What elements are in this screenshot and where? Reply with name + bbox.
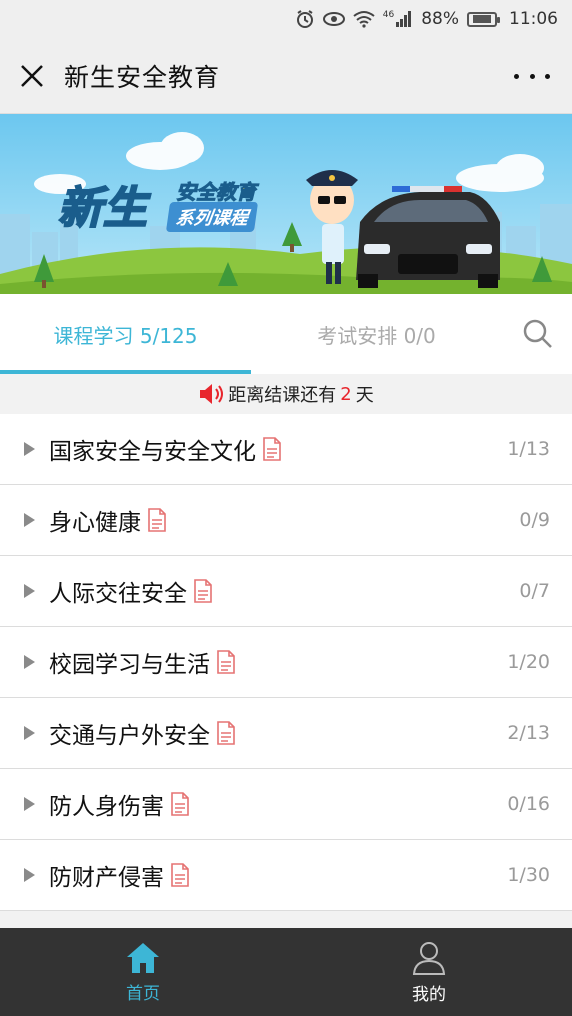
- search-icon: [523, 319, 552, 348]
- banner-subtitle-top: 安全教育: [176, 180, 257, 205]
- course-deadline-notice: 距离结课还有 2 天: [0, 374, 572, 414]
- banner-title-group: 新生 安全教育 系列课程: [57, 172, 259, 236]
- status-bar: 46 88% 11:06: [0, 0, 572, 38]
- network-label: 46: [382, 10, 395, 20]
- tab-bar: 课程学习 5/125 考试安排 0/0: [0, 294, 572, 374]
- course-title: 身心健康: [49, 510, 141, 536]
- course-title: 人际交往安全: [49, 581, 187, 607]
- tab-exam-schedule[interactable]: 考试安排 0/0: [251, 294, 502, 374]
- tab-course-study[interactable]: 课程学习 5/125: [0, 294, 251, 374]
- expand-arrow-icon: [24, 442, 35, 456]
- banner-subtitle-bottom: 系列课程: [165, 202, 259, 232]
- user-icon: [412, 941, 446, 975]
- wifi-icon: [353, 10, 375, 28]
- battery-icon: [467, 11, 500, 27]
- course-progress: 0/7: [519, 580, 550, 602]
- banner-title: 新生: [57, 182, 148, 235]
- course-progress: 2/13: [507, 722, 550, 744]
- speaker-icon: [200, 384, 224, 404]
- nav-label: 首页: [126, 983, 160, 1004]
- notice-text-before: 距离结课还有: [228, 385, 337, 406]
- signal-icon: 46: [383, 10, 413, 28]
- close-button[interactable]: [0, 38, 64, 114]
- more-dot: [529, 73, 535, 79]
- alarm-icon: [295, 9, 315, 29]
- home-icon: [127, 942, 159, 973]
- more-button[interactable]: [514, 64, 550, 88]
- expand-arrow-icon: [24, 868, 35, 882]
- notice-text-after: 天: [355, 385, 374, 406]
- course-progress: 1/20: [507, 651, 550, 673]
- document-icon: [170, 792, 190, 816]
- document-icon: [170, 863, 190, 887]
- document-icon: [216, 650, 236, 674]
- eye-icon: [322, 11, 345, 27]
- document-icon: [216, 721, 236, 745]
- course-row[interactable]: 人际交往安全 0/7: [0, 556, 572, 627]
- nav-label: 我的: [412, 984, 446, 1005]
- course-row[interactable]: 校园学习与生活 1/20: [0, 627, 572, 698]
- expand-arrow-icon: [24, 513, 35, 527]
- expand-arrow-icon: [24, 655, 35, 669]
- tab-label: 考试安排 0/0: [317, 323, 436, 348]
- expand-arrow-icon: [24, 797, 35, 811]
- document-icon: [147, 508, 167, 532]
- bottom-nav: 首页 我的: [0, 928, 572, 1016]
- course-progress: 0/16: [507, 793, 550, 815]
- course-list: 国家安全与安全文化 1/13 身心健康 0/9 人际交往安全 0/7 校园学习与…: [0, 414, 572, 911]
- expand-arrow-icon: [24, 584, 35, 598]
- course-title: 防财产侵害: [49, 865, 164, 891]
- document-icon: [262, 437, 282, 461]
- more-dot: [545, 73, 550, 79]
- course-progress: 1/30: [507, 864, 550, 886]
- battery-percent: 88%: [421, 9, 459, 29]
- more-dot: [514, 73, 519, 79]
- course-title: 国家安全与安全文化: [49, 439, 256, 465]
- page-title: 新生安全教育: [64, 62, 221, 92]
- title-bar: 新生安全教育: [0, 38, 572, 114]
- course-title: 校园学习与生活: [49, 652, 210, 678]
- expand-arrow-icon: [24, 726, 35, 740]
- notice-days: 2: [340, 383, 352, 405]
- banner[interactable]: 新生 安全教育 系列课程: [0, 114, 572, 294]
- course-row[interactable]: 防人身伤害 0/16: [0, 769, 572, 840]
- clock: 11:06: [509, 9, 558, 29]
- course-title: 交通与户外安全: [49, 723, 210, 749]
- course-row[interactable]: 防财产侵害 1/30: [0, 840, 572, 911]
- course-progress: 1/13: [507, 438, 550, 460]
- course-progress: 0/9: [519, 509, 550, 531]
- course-row[interactable]: 交通与户外安全 2/13: [0, 698, 572, 769]
- course-title: 防人身伤害: [49, 794, 164, 820]
- tab-label: 课程学习 5/125: [53, 323, 198, 348]
- document-icon: [193, 579, 213, 603]
- nav-profile[interactable]: 我的: [286, 928, 572, 1016]
- search-button[interactable]: [522, 318, 554, 350]
- nav-home[interactable]: 首页: [0, 928, 286, 1016]
- course-row[interactable]: 国家安全与安全文化 1/13: [0, 414, 572, 485]
- course-row[interactable]: 身心健康 0/9: [0, 485, 572, 556]
- close-icon: [21, 64, 43, 87]
